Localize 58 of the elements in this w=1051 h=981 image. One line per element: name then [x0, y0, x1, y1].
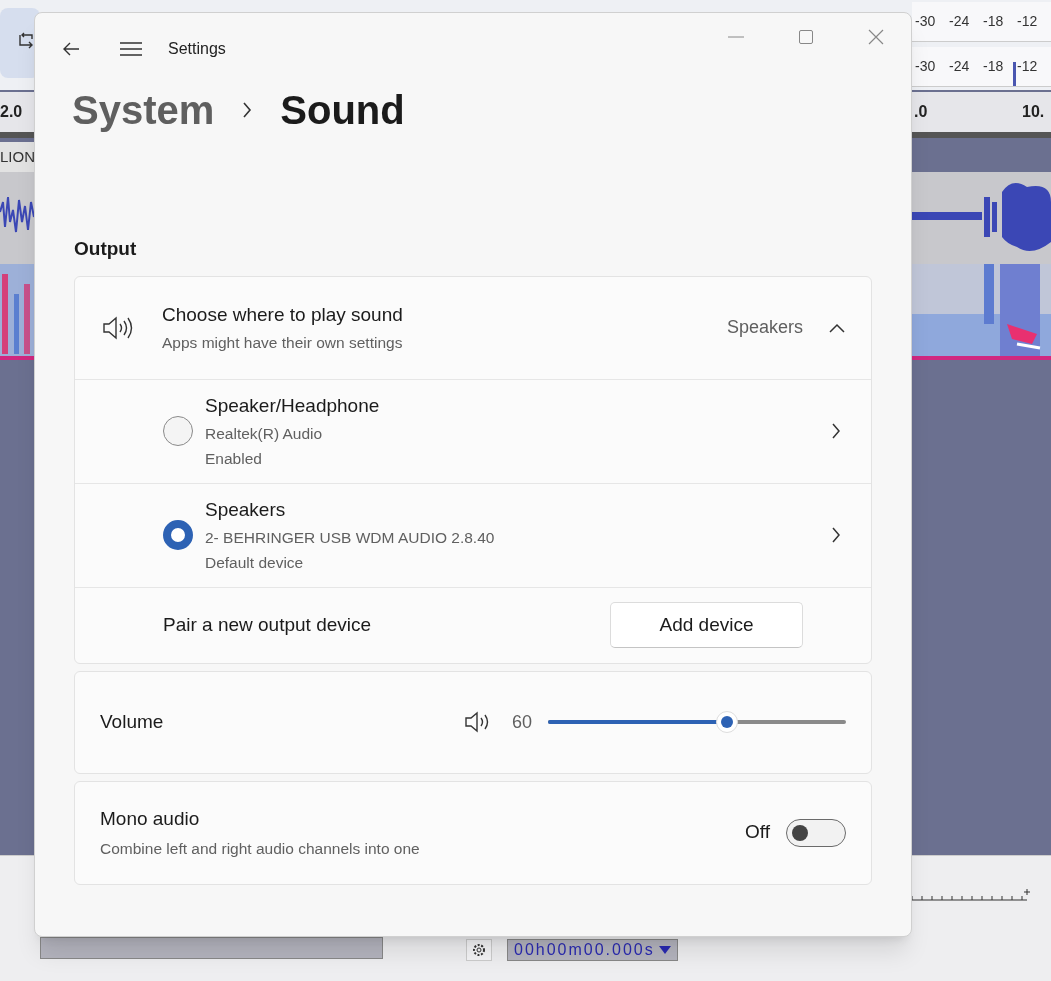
maximize-icon	[799, 30, 813, 44]
add-device-button[interactable]: Add device	[610, 602, 803, 648]
device-status: Default device	[205, 552, 305, 573]
menu-icon	[120, 41, 142, 57]
setting-title: Volume	[100, 709, 164, 734]
device-item[interactable]: Speaker/Headphone Realtek(R) Audio Enabled	[75, 379, 871, 484]
meter-label: -18	[983, 59, 1004, 73]
dropdown-caret-icon[interactable]	[658, 946, 671, 954]
back-arrow-icon	[62, 41, 80, 57]
meter-needle	[1013, 62, 1016, 86]
minimize-icon	[728, 36, 744, 38]
volume-slider[interactable]	[548, 711, 846, 733]
meter-label: -30	[915, 14, 936, 28]
toggle-state-label: Off	[745, 820, 770, 845]
page-title: Sound	[280, 87, 405, 134]
device-item[interactable]: Speakers 2- BEHRINGER USB WDM AUDIO 2.8.40 Default device	[75, 483, 871, 588]
device-status: Enabled	[205, 448, 263, 469]
setting-title: Mono audio	[100, 807, 201, 832]
chevron-up-icon	[829, 322, 845, 333]
radio-button[interactable]	[163, 520, 193, 550]
chevron-right-icon	[242, 102, 253, 118]
ruler-label: 2.0	[0, 102, 23, 122]
output-expander[interactable]: Choose where to play sound Apps might have their own settings Speakers	[75, 276, 871, 380]
ruler-label: .0	[914, 102, 928, 122]
device-driver: Realtek(R) Audio	[205, 423, 324, 444]
window-title: Settings	[168, 39, 226, 59]
track-name: LION	[0, 142, 34, 172]
device-driver: 2- BEHRINGER USB WDM AUDIO 2.8.40	[205, 527, 495, 548]
meter-label: -18	[983, 14, 1004, 28]
meter-label: -12	[1017, 14, 1038, 28]
meter-label: -12	[1017, 59, 1038, 73]
time-field[interactable]: 00h00m00.000s	[507, 939, 678, 961]
settings-icon	[471, 942, 487, 958]
breadcrumb-parent[interactable]: System	[72, 80, 215, 140]
ruler-label: 10.	[1022, 102, 1045, 122]
selected-device-label: Speakers	[726, 316, 803, 339]
chevron-right-icon	[831, 527, 841, 543]
chevron-right-icon	[831, 423, 841, 439]
meter-label: -24	[949, 14, 970, 28]
volume-icon[interactable]	[464, 711, 490, 733]
section-title: Output	[73, 237, 138, 261]
settings-button[interactable]	[466, 939, 492, 961]
time-value: 00h00m00.000s	[514, 940, 655, 960]
zoom-ruler-icon	[912, 888, 1032, 902]
slider-thumb[interactable]	[715, 711, 738, 733]
meter-label: -24	[949, 59, 970, 73]
device-name: Speaker/Headphone	[205, 394, 380, 418]
toggle-switch[interactable]	[786, 818, 846, 847]
setting-description: Combine left and right audio channels into one	[100, 838, 420, 859]
meter-label: -30	[915, 59, 936, 73]
volume-value: 60	[512, 710, 534, 734]
setting-description: Apps might have their own settings	[162, 333, 403, 354]
setting-title: Choose where to play sound	[162, 302, 403, 327]
setting-title: Pair a new output device	[163, 612, 372, 637]
device-name: Speakers	[205, 498, 287, 522]
speaker-icon	[102, 315, 134, 340]
radio-button[interactable]	[163, 416, 193, 446]
close-icon	[868, 29, 884, 45]
